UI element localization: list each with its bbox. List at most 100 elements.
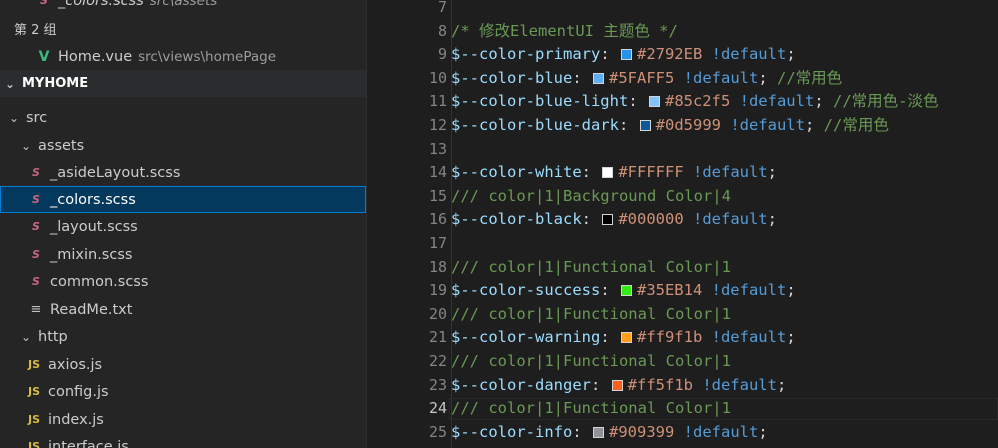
- code-token: #5FAFF5: [609, 68, 675, 87]
- code-token: $--color-black: [451, 210, 582, 229]
- code-token: ;: [786, 328, 796, 347]
- tree-file-axios-js[interactable]: JS axios.js: [0, 351, 366, 378]
- line-number: 15: [428, 186, 447, 205]
- code-token: :: [628, 92, 647, 111]
- code-line[interactable]: $--color-black: #000000 !default;: [451, 208, 777, 232]
- tree-file-asidelayout-scss[interactable]: S _asideLayout.scss: [0, 159, 366, 186]
- code-token: #909399: [609, 422, 675, 441]
- color-swatch[interactable]: [602, 167, 614, 179]
- code-token: !default: [702, 45, 787, 64]
- code-token: /// color|1|Functional Color|1: [451, 399, 731, 418]
- code-token: :: [600, 281, 619, 300]
- code-token: #0d5999: [655, 116, 721, 134]
- code-line[interactable]: $--color-warning: #ff9f1b !default;: [451, 326, 796, 350]
- tree-item-label: axios.js: [48, 356, 103, 373]
- code-token: !default: [702, 328, 787, 347]
- tree-folder-assets[interactable]: ⌄ assets: [0, 132, 366, 159]
- tree-file-index-js[interactable]: JS index.js: [0, 406, 366, 433]
- tree-file-colors-scss[interactable]: S _colors.scss: [0, 186, 366, 213]
- line-number: 21: [428, 328, 447, 347]
- line-number: 22: [428, 352, 447, 370]
- color-swatch[interactable]: [620, 285, 632, 297]
- code-token: :: [590, 375, 610, 394]
- code-line[interactable]: /// color|1|Functional Color|1: [451, 303, 731, 327]
- code-token: /* 修改ElementUI 主题色 */: [451, 21, 678, 40]
- javascript-icon: JS: [27, 440, 40, 448]
- code-line[interactable]: $--color-white: #FFFFFF !default;: [451, 161, 777, 185]
- code-token: !default: [674, 422, 759, 441]
- code-token: $--color-info: [451, 422, 573, 441]
- chevron-down-icon: ⌄: [4, 76, 16, 91]
- code-line[interactable]: $--color-primary: #2792EB !default;: [451, 43, 796, 67]
- color-swatch[interactable]: [602, 214, 614, 226]
- code-token: ;: [758, 68, 777, 87]
- code-token: #35EB14: [636, 281, 703, 300]
- line-number: 24: [428, 399, 447, 418]
- sass-icon: S: [32, 166, 40, 179]
- code-token: :: [572, 68, 591, 87]
- code-line[interactable]: /* 修改ElementUI 主题色 */: [451, 20, 678, 44]
- open-editor-label: _colors.scss: [58, 0, 144, 9]
- tree-folder-http[interactable]: ⌄ http: [0, 323, 366, 350]
- code-token: ;: [776, 375, 787, 394]
- line-number: 19: [428, 281, 447, 300]
- code-token: !default: [702, 281, 787, 300]
- code-token: ;: [814, 92, 833, 111]
- tree-folder-src[interactable]: ⌄ src: [0, 104, 366, 131]
- code-token: :: [572, 422, 591, 441]
- code-token: #ff9f1b: [636, 328, 703, 347]
- color-swatch[interactable]: [593, 72, 604, 84]
- code-editor[interactable]: 7 8/* 修改ElementUI 主题色 */9 $--color-primary…: [367, 0, 998, 448]
- line-number: 16: [428, 210, 447, 229]
- color-swatch[interactable]: [639, 120, 651, 131]
- tree-file-readme-txt[interactable]: ≡ ReadMe.txt: [0, 296, 366, 323]
- open-editor-colors-scss[interactable]: S _colors.scss src\assets: [0, 0, 366, 14]
- code-token: !default: [720, 116, 805, 134]
- color-swatch[interactable]: [648, 96, 660, 108]
- line-number: 12: [428, 116, 447, 134]
- line-number: 9: [437, 45, 447, 64]
- code-line[interactable]: /// color|1|Functional Color|1: [451, 397, 731, 421]
- tree-file-layout-scss[interactable]: S _layout.scss: [0, 213, 366, 240]
- editor-group-2-label[interactable]: 第 2 组: [0, 15, 366, 42]
- open-editor-home-vue[interactable]: V Home.vue src\views\homePage: [0, 43, 366, 70]
- code-line[interactable]: $--color-success: #35EB14 !default;: [451, 279, 796, 303]
- code-line[interactable]: /// color|1|Functional Color|1: [451, 256, 731, 280]
- code-line[interactable]: $--color-blue-dark: #0d5999 !default; //…: [451, 114, 889, 138]
- code-token: //常用色-淡色: [832, 92, 939, 111]
- code-token: ;: [767, 163, 777, 182]
- color-swatch[interactable]: [620, 49, 632, 61]
- code-token: $--color-blue-light: [451, 92, 629, 111]
- code-token: //常用色: [823, 116, 889, 134]
- tree-item-label: interface.js: [48, 438, 129, 448]
- code-token: $--color-success: [451, 281, 601, 300]
- color-swatch[interactable]: [593, 426, 604, 438]
- code-line[interactable]: /// color|1|Background Color|4: [451, 185, 731, 209]
- tree-item-label: assets: [38, 137, 85, 154]
- tree-file-config-js[interactable]: JS config.js: [0, 378, 366, 405]
- code-line[interactable]: /// color|1|Functional Color|1: [451, 350, 731, 374]
- tree-file-mixin-scss[interactable]: S _mixin.scss: [0, 241, 366, 268]
- code-token: #85c2f5: [664, 92, 731, 111]
- tree-file-interface-js[interactable]: JS interface.js: [0, 433, 366, 448]
- chevron-down-icon: ⌄: [20, 138, 32, 153]
- code-line[interactable]: $--color-blue-light: #85c2f5 !default; /…: [451, 90, 938, 114]
- tree-item-label: src: [26, 109, 48, 126]
- sass-icon: S: [32, 193, 40, 206]
- color-swatch[interactable]: [611, 379, 623, 391]
- open-editor-desc: src\assets: [149, 0, 218, 9]
- code-token: ;: [786, 281, 796, 300]
- sass-icon: S: [32, 220, 40, 233]
- code-token: #2792EB: [636, 45, 703, 64]
- color-swatch[interactable]: [620, 332, 632, 344]
- explorer-section-header[interactable]: ⌄ MYHOME: [0, 70, 366, 97]
- tree-file-common-scss[interactable]: S common.scss: [0, 268, 366, 295]
- tree-item-label: index.js: [48, 411, 104, 428]
- javascript-icon: JS: [27, 413, 40, 426]
- code-line[interactable]: $--color-info: #909399 !default;: [451, 421, 768, 445]
- code-line[interactable]: $--color-danger: #ff5f1b !default;: [451, 374, 786, 398]
- code-line[interactable]: $--color-blue: #5FAFF5 !default; //常用色: [451, 67, 842, 91]
- tree-item-label: _asideLayout.scss: [50, 164, 181, 181]
- code-token: $--color-white: [451, 163, 582, 182]
- chevron-down-icon: ⌄: [8, 110, 20, 125]
